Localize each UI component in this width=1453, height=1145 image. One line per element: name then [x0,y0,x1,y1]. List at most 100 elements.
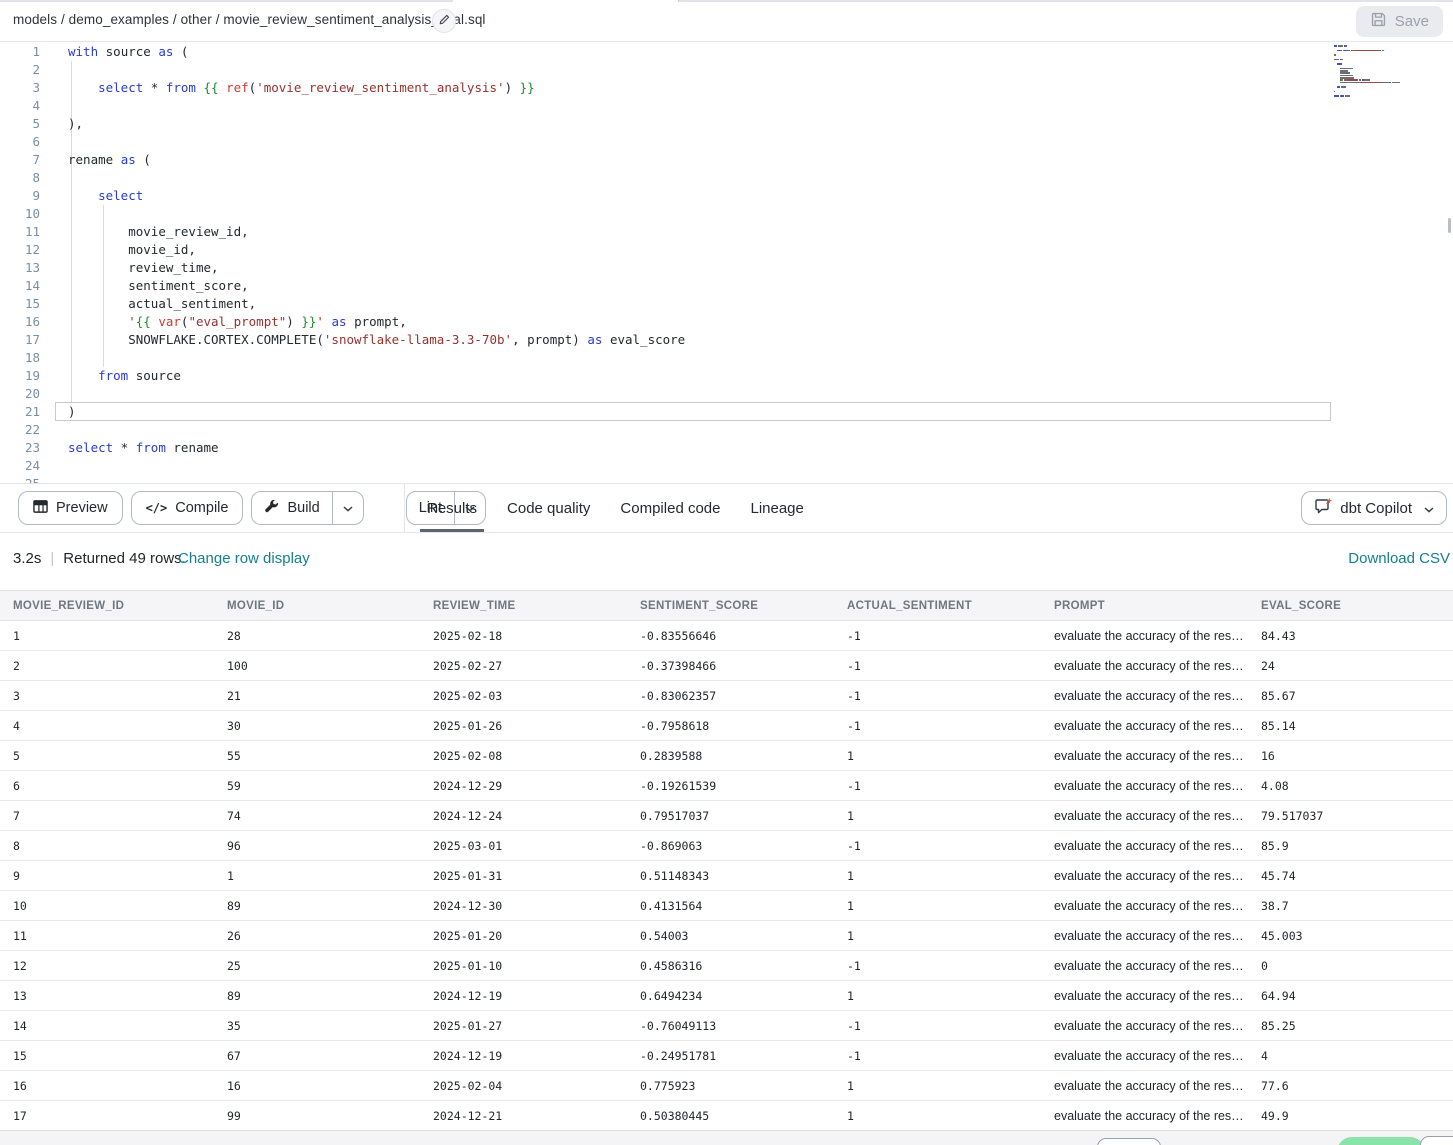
tab-compiled-code[interactable]: Compiled code [605,484,735,532]
prompt-text: evaluate the accuracy of the res… [1054,779,1244,793]
footer-button[interactable] [1097,1138,1161,1145]
code-line[interactable]: 12 movie_id, [0,241,1453,259]
table-cell: -0.76049113 [627,1011,834,1041]
table-cell: 0.2839588 [627,741,834,771]
code-line[interactable]: 3 select * from {{ ref('movie_review_sen… [0,79,1453,97]
table-cell: 30 [214,711,420,741]
code-line[interactable]: 15 actual_sentiment, [0,295,1453,313]
code-line[interactable]: 5), [0,115,1453,133]
prompt-text: evaluate the accuracy of the res… [1054,1049,1244,1063]
tab-lineage[interactable]: Lineage [735,484,818,532]
code-line[interactable]: 19 from source [0,367,1453,385]
editor-scrollbar[interactable] [1448,218,1451,233]
table-header-row: MOVIE_REVIEW_IDMOVIE_IDREVIEW_TIMESENTIM… [0,591,1453,621]
tab-results[interactable]: Results [412,484,492,532]
code-line[interactable]: 13 review_time, [0,259,1453,277]
table-cell: 96 [214,831,420,861]
prompt-cell: evaluate the accuracy of the res… [1041,1011,1248,1041]
code-line[interactable]: 23select * from rename [0,439,1453,457]
eval-score-cell: 85.14 [1248,711,1453,741]
prompt-text: evaluate the accuracy of the res… [1054,839,1244,853]
code-line[interactable]: 4 [0,97,1453,115]
table-cell: 1 [834,891,1041,921]
table-cell: 1 [0,621,214,651]
code-line[interactable]: 8 [0,169,1453,187]
code-line[interactable]: 16 '{{ var("eval_prompt") }}' as prompt, [0,313,1453,331]
code-line[interactable]: 10 [0,205,1453,223]
tab-code-quality[interactable]: Code quality [492,484,605,532]
footer-status-pill[interactable] [1337,1137,1425,1145]
sql-editor[interactable]: 1with source as (23 select * from {{ ref… [0,42,1453,483]
table-cell: -1 [834,771,1041,801]
save-label: Save [1395,13,1429,30]
breadcrumb[interactable]: models / demo_examples / other / movie_r… [13,12,486,27]
line-number: 15 [0,295,40,313]
table-cell: -1 [834,651,1041,681]
table-cell: 55 [214,741,420,771]
table-cell: -1 [834,831,1041,861]
line-number: 13 [0,259,40,277]
table-cell: 2024-12-21 [420,1101,627,1131]
prompt-text: evaluate the accuracy of the res… [1054,899,1244,913]
code-line[interactable]: 6 [0,133,1453,151]
line-number: 6 [0,133,40,151]
compile-button[interactable]: </> Compile [131,491,244,525]
table-cell: 2024-12-19 [420,981,627,1011]
returned-rows-text: Returned 49 rows. [63,550,186,567]
table-row: 7742024-12-240.795170371evaluate the acc… [0,801,1453,831]
line-number: 4 [0,97,40,115]
code-line[interactable]: 11 movie_review_id, [0,223,1453,241]
line-number: 5 [0,115,40,133]
table-cell: 1 [834,861,1041,891]
table-cell: 2025-01-20 [420,921,627,951]
line-number: 9 [0,187,40,205]
eval-score-cell: 79.517037 [1248,801,1453,831]
table-cell: 9 [0,861,214,891]
column-header: MOVIE_REVIEW_ID [0,591,214,621]
change-row-display-link[interactable]: Change row display [178,550,310,567]
prompt-cell: evaluate the accuracy of the res… [1041,981,1248,1011]
code-line[interactable]: 22 [0,421,1453,439]
code-line[interactable]: 25 [0,475,1453,483]
column-header: EVAL_SCORE [1248,591,1453,621]
code-line[interactable]: 1with source as ( [0,43,1453,61]
download-csv-link[interactable]: Download CSV [1348,550,1450,567]
table-cell: 0.50380445 [627,1101,834,1131]
prompt-text: evaluate the accuracy of the res… [1054,959,1244,973]
prompt-cell: evaluate the accuracy of the res… [1041,711,1248,741]
code-line[interactable]: 17 SNOWFLAKE.CORTEX.COMPLETE('snowflake-… [0,331,1453,349]
code-line[interactable]: 14 sentiment_score, [0,277,1453,295]
table-cell: 13 [0,981,214,1011]
table-cell: 26 [214,921,420,951]
table-cell: -0.24951781 [627,1041,834,1071]
save-button[interactable]: Save [1356,6,1443,37]
footer-button[interactable] [1420,1136,1453,1145]
code-line[interactable]: 7rename as ( [0,151,1453,169]
eval-score-cell: 4 [1248,1041,1453,1071]
prompt-text: evaluate the accuracy of the res… [1054,629,1244,643]
table-row: 5552025-02-080.28395881evaluate the accu… [0,741,1453,771]
code-line[interactable]: 9 select [0,187,1453,205]
prompt-text: evaluate the accuracy of the res… [1054,869,1244,883]
dbt-copilot-button[interactable]: dbt Copilot [1301,491,1447,525]
code-minimap[interactable] [1334,45,1446,102]
build-button[interactable]: Build [252,492,331,524]
table-cell: 1 [834,1101,1041,1131]
table-cell: 0.51148343 [627,861,834,891]
prompt-text: evaluate the accuracy of the res… [1054,1109,1244,1123]
prompt-cell: evaluate the accuracy of the res… [1041,861,1248,891]
results-status-bar: 3.2s | Returned 49 rows. Change row disp… [0,534,1453,590]
active-line-highlight [55,402,1331,421]
breadcrumb-bar: models / demo_examples / other / movie_r… [0,2,1453,42]
code-line[interactable]: 2 [0,61,1453,79]
code-line[interactable]: 18 [0,349,1453,367]
line-number: 23 [0,439,40,457]
code-line[interactable]: 24 [0,457,1453,475]
preview-button[interactable]: Preview [18,491,123,525]
eval-score-cell: 0 [1248,951,1453,981]
table-cell: 1 [214,861,420,891]
build-dropdown-button[interactable] [333,492,363,524]
code-line[interactable]: 20 [0,385,1453,403]
table-row: 17992024-12-210.503804451evaluate the ac… [0,1101,1453,1131]
table-cell: 8 [0,831,214,861]
